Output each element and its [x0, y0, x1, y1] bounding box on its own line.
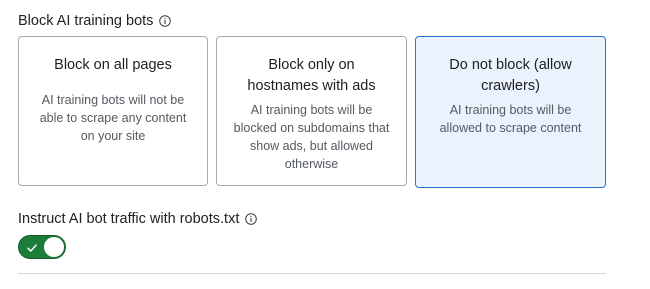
option-description: AI training bots will not be able to scr… [39, 93, 187, 143]
option-title: Do not block (allow crawlers) [449, 57, 572, 94]
block-ai-bots-heading: Block AI training bots [18, 13, 172, 29]
info-icon[interactable] [245, 213, 258, 225]
info-icon[interactable] [159, 15, 172, 27]
block-option-group: Block on all pages AI training bots will… [18, 36, 606, 188]
robots-txt-heading: Instruct AI bot traffic with robots.txt [18, 211, 258, 227]
option-block-all-pages[interactable]: Block on all pages AI training bots will… [18, 36, 208, 186]
bot-settings-panel: Block AI training bots Block on all page… [0, 0, 650, 289]
option-description: AI training bots will be allowed to scra… [439, 103, 582, 135]
option-title: Block on all pages [54, 57, 172, 73]
option-description: AI training bots will be blocked on subd… [233, 103, 390, 171]
option-block-hostnames-with-ads[interactable]: Block only on hostnames with ads AI trai… [216, 36, 407, 186]
option-do-not-block[interactable]: Do not block (allow crawlers) AI trainin… [415, 36, 606, 188]
robots-txt-title: Instruct AI bot traffic with robots.txt [18, 211, 240, 227]
robots-txt-toggle[interactable] [18, 235, 66, 259]
option-title: Block only on hostnames with ads [247, 57, 376, 94]
toggle-knob [44, 237, 64, 257]
divider [18, 273, 606, 274]
check-icon [26, 241, 38, 253]
block-ai-bots-title: Block AI training bots [18, 13, 154, 29]
